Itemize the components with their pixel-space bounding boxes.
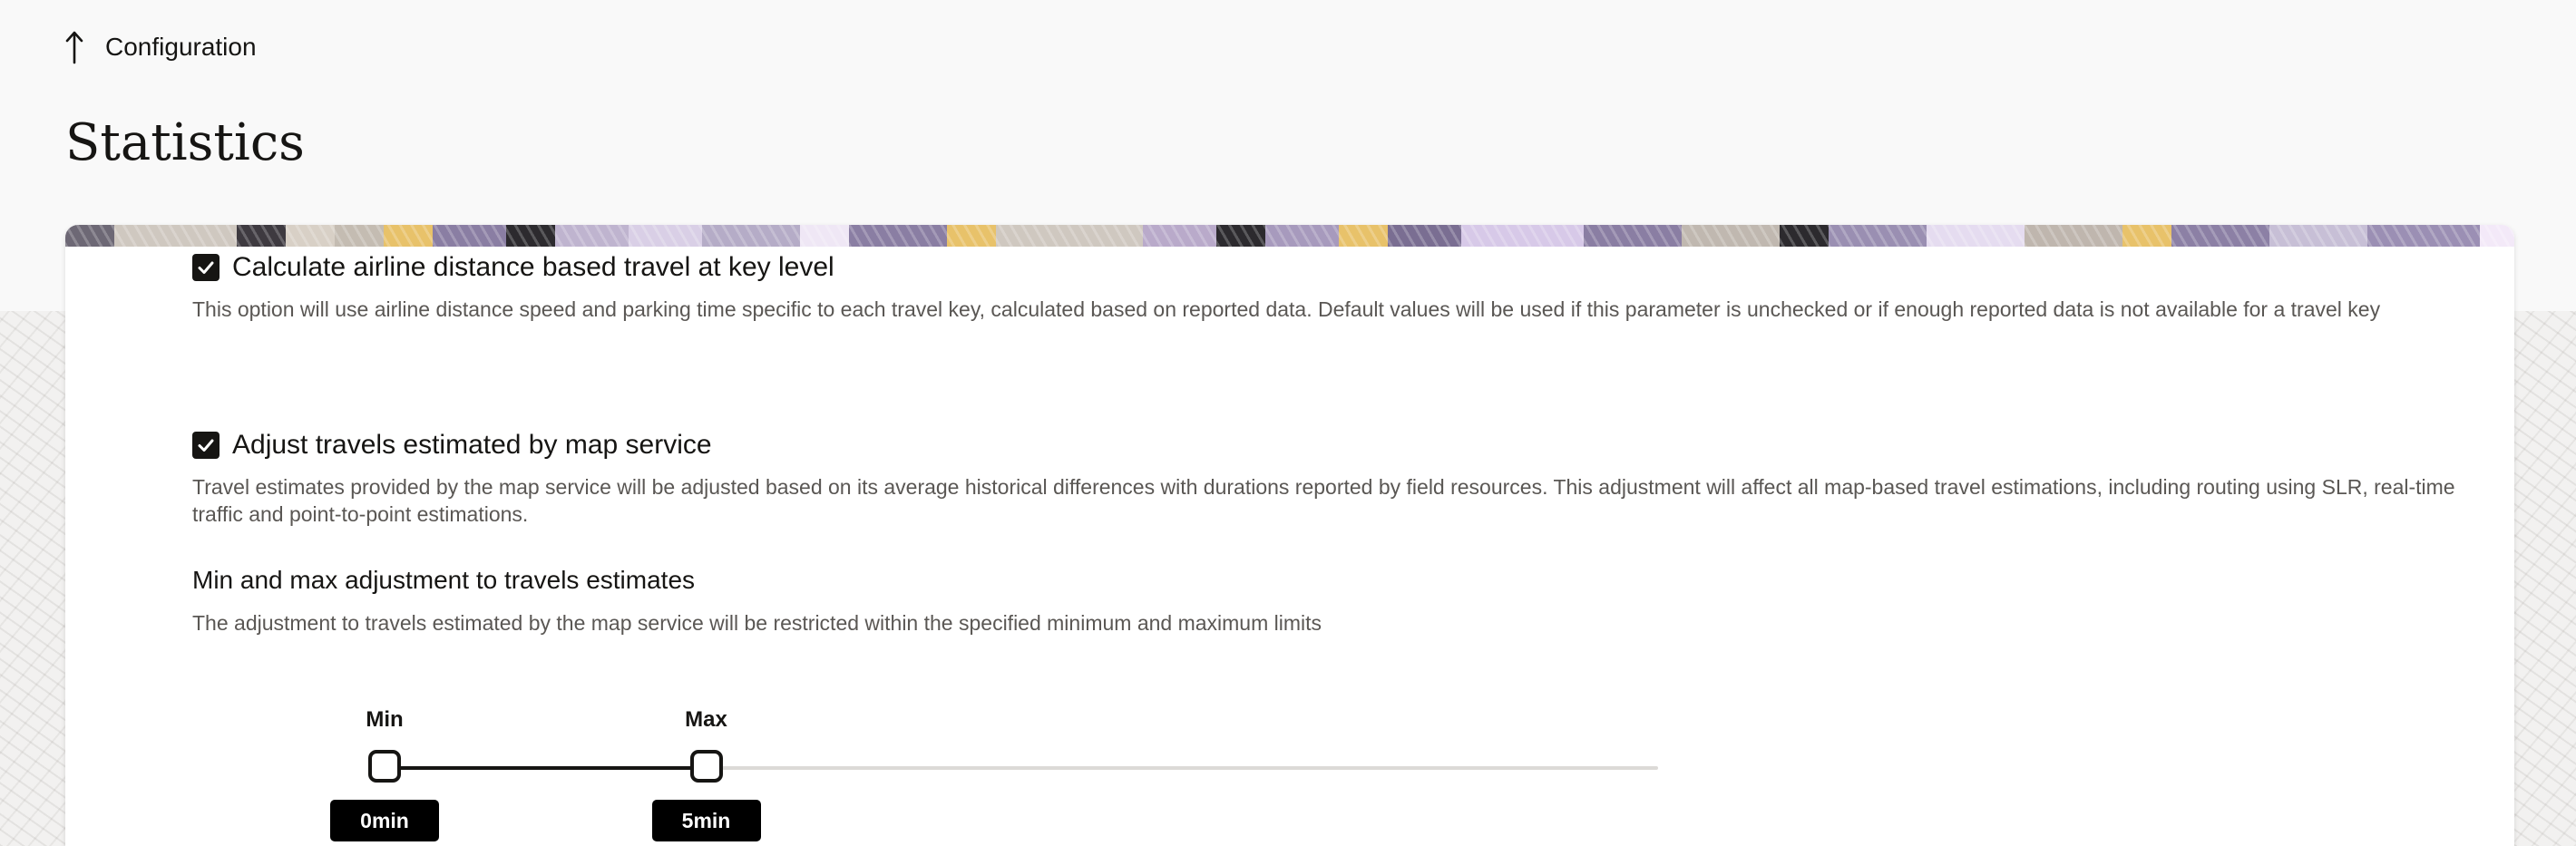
- back-link-label: Configuration: [105, 33, 257, 61]
- arrow-up-icon: [65, 31, 83, 64]
- min-max-title: Min and max adjustment to travels estima…: [192, 566, 696, 594]
- airline-distance-label: Calculate airline distance based travel …: [232, 252, 834, 282]
- settings-card: Calculate airline distance based travel …: [65, 225, 2514, 846]
- slider-selected-range: [385, 766, 707, 770]
- airline-distance-setting: Calculate airline distance based travel …: [192, 252, 2460, 323]
- max-slider-thumb[interactable]: [689, 750, 723, 783]
- page-title: Statistics: [65, 113, 305, 172]
- adjust-travels-description: Travel estimates provided by the map ser…: [192, 475, 2455, 526]
- adjust-travels-setting: Adjust travels estimated by map service …: [192, 430, 2460, 528]
- min-thumb-label: Min: [366, 707, 404, 732]
- airline-distance-description: This option will use airline distance sp…: [192, 297, 2381, 321]
- checkmark-icon: [198, 261, 214, 274]
- adjust-travels-label: Adjust travels estimated by map service: [232, 430, 712, 460]
- min-slider-thumb[interactable]: [368, 750, 401, 783]
- max-value-badge: 5min: [651, 800, 761, 841]
- min-max-adjustment-setting: Min and max adjustment to travels estima…: [192, 566, 2460, 637]
- background-texture-left: [0, 311, 73, 846]
- min-max-range-slider[interactable]: Min 0min Max 5min: [247, 696, 1662, 841]
- back-to-configuration-link[interactable]: Configuration: [63, 27, 257, 67]
- max-thumb-label: Max: [685, 707, 727, 732]
- airline-distance-checkbox[interactable]: [192, 254, 220, 281]
- card-banner-pattern: [65, 225, 2514, 247]
- min-max-description: The adjustment to travels estimated by t…: [192, 611, 1322, 635]
- page: Configuration Statistics Calculate airli…: [0, 0, 2576, 846]
- adjust-travels-checkbox[interactable]: [192, 432, 220, 459]
- min-value-badge: 0min: [330, 800, 439, 841]
- background-texture-right: [2514, 311, 2576, 846]
- checkmark-icon: [198, 439, 214, 452]
